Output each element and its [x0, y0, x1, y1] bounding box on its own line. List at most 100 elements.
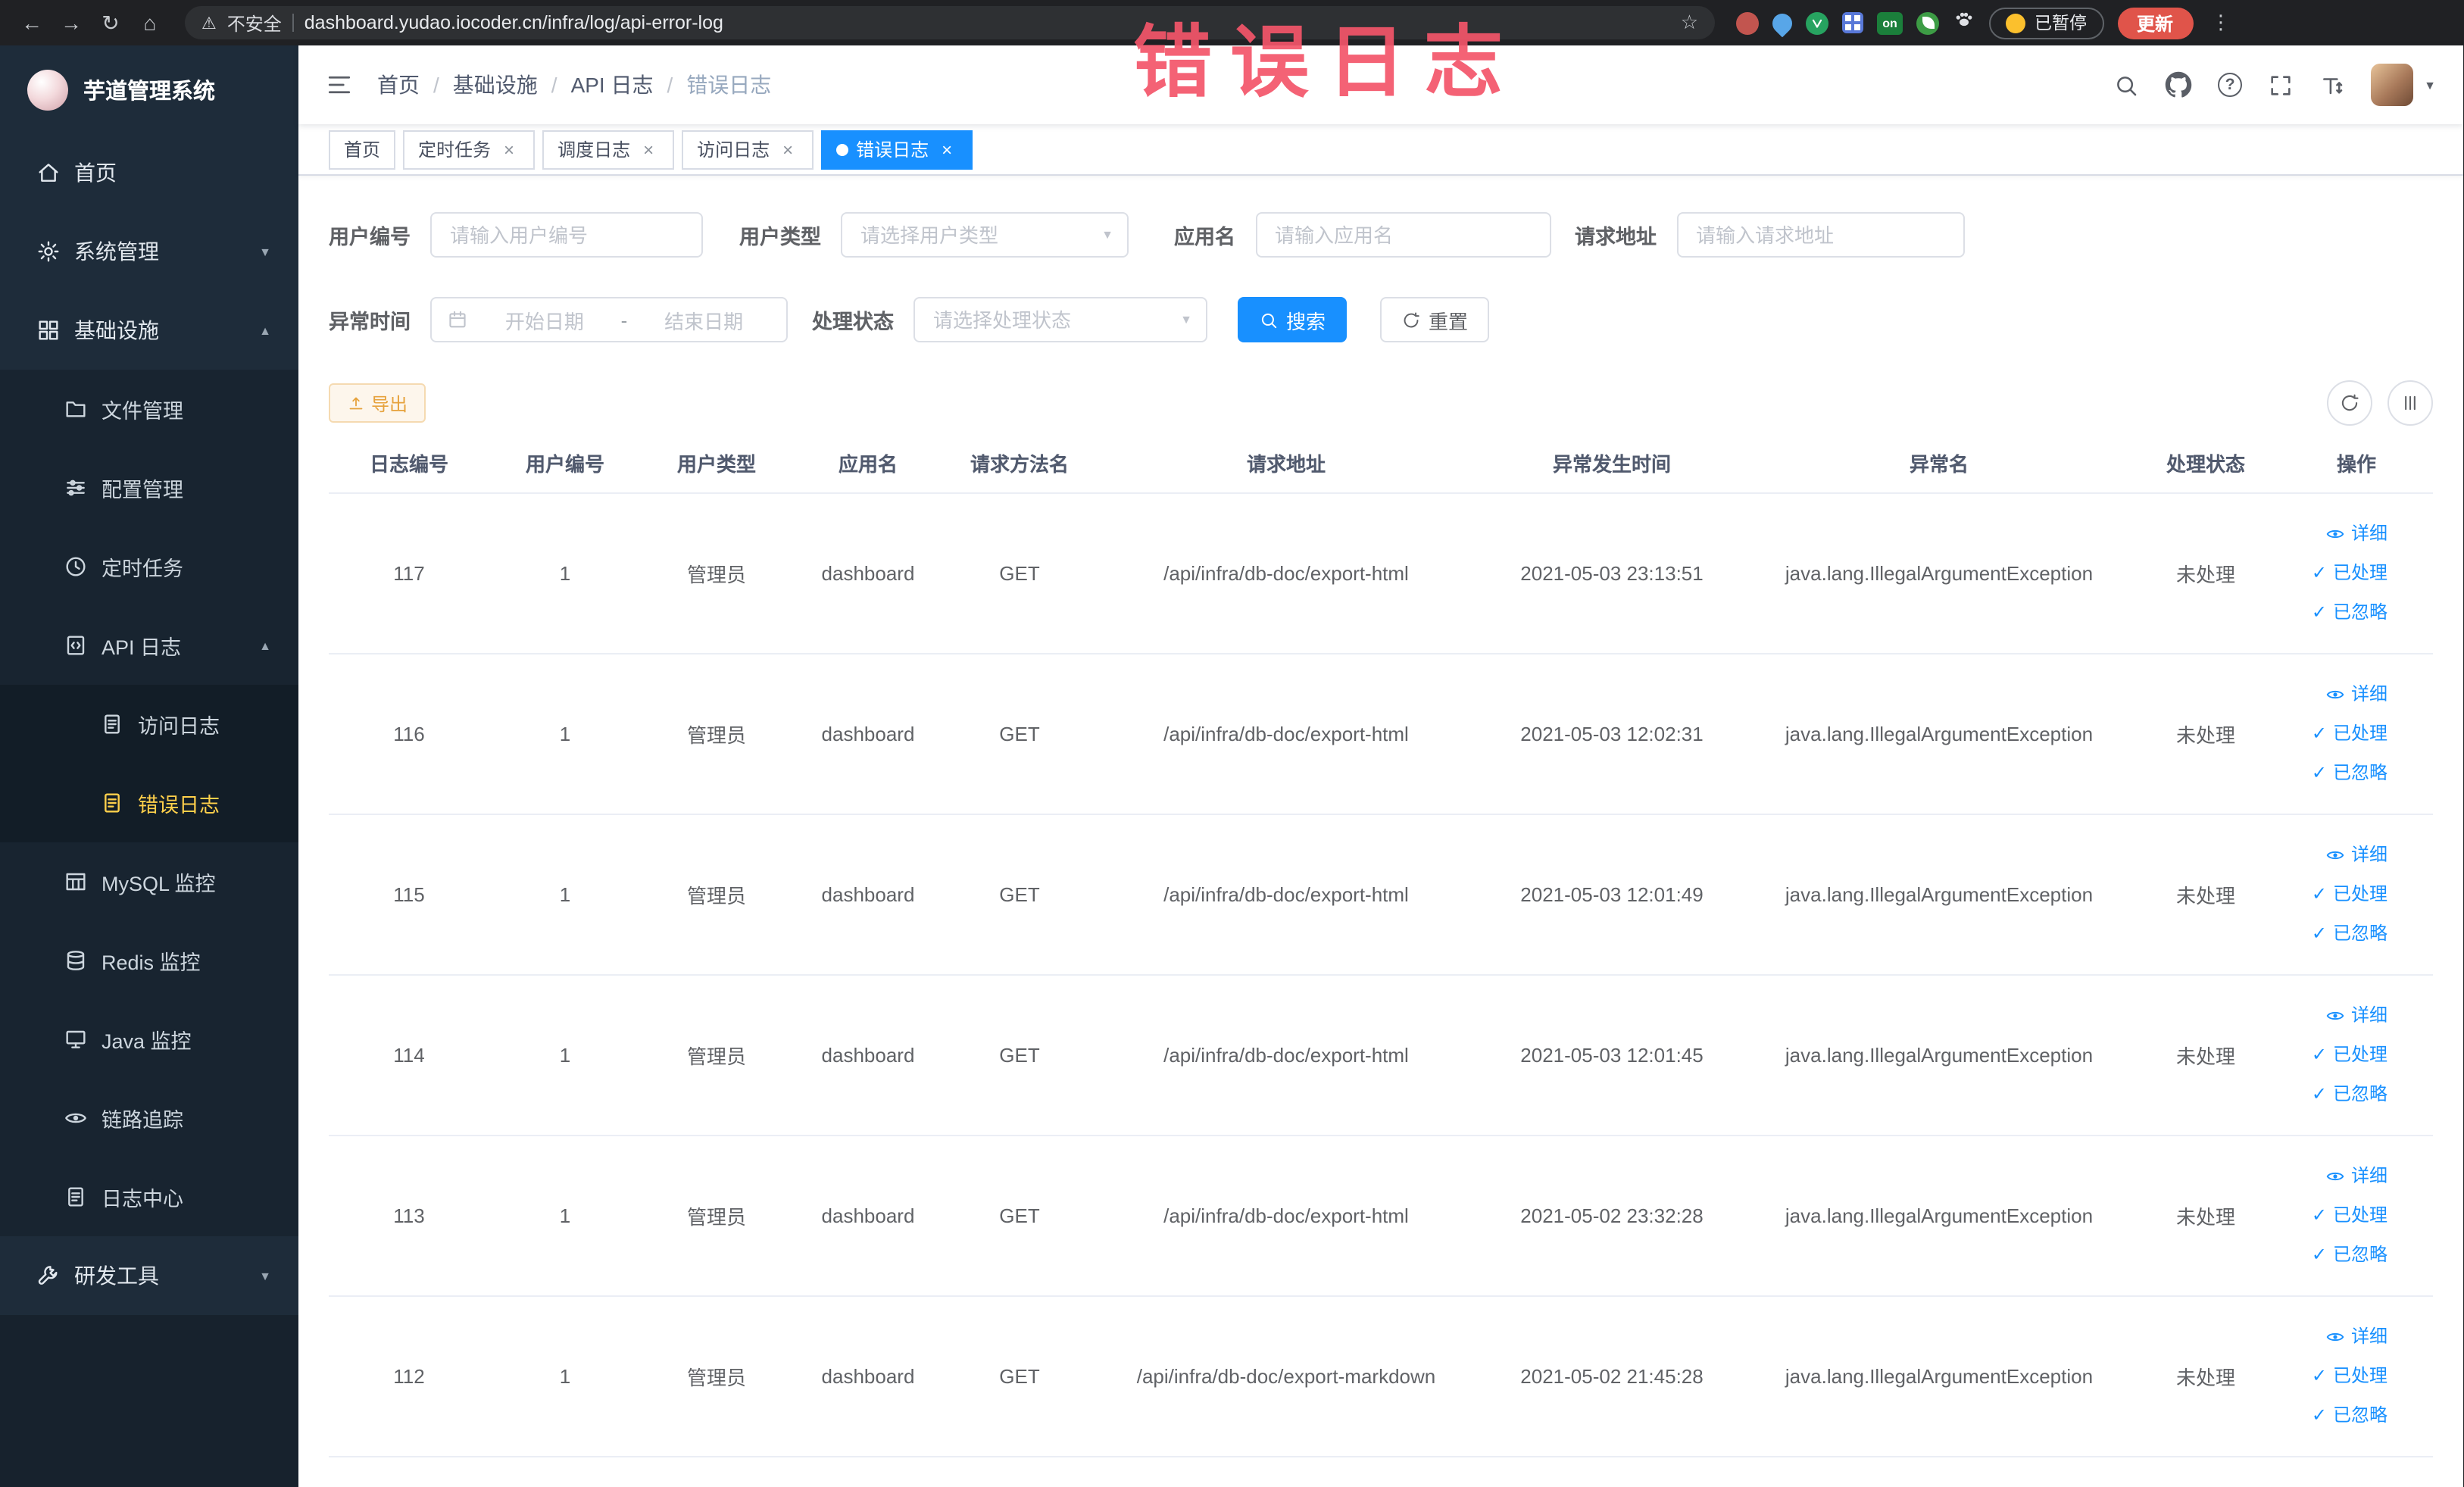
detail-link[interactable]: 详细 [2286, 514, 2387, 553]
sidebar-item-dev-tools[interactable]: 研发工具 ▼ [0, 1236, 298, 1315]
app-name-input[interactable] [1255, 212, 1551, 258]
sidebar-item-log-center[interactable]: 日志中心 [0, 1157, 298, 1236]
doc-icon [64, 1185, 88, 1209]
leaf-extension-icon[interactable] [1916, 11, 1939, 34]
columns-icon [2400, 392, 2421, 414]
red-extension-icon[interactable] [1736, 11, 1759, 34]
ignored-link[interactable]: ✓ 已忽略 [2286, 753, 2387, 792]
detail-link[interactable]: 详细 [2286, 835, 2387, 874]
export-button[interactable]: 导出 [329, 383, 426, 423]
grid-extension-icon[interactable] [1842, 12, 1863, 33]
reset-button[interactable]: 重置 [1380, 297, 1490, 342]
blue-drop-extension-icon[interactable] [1768, 8, 1797, 37]
sidebar-item-access-log[interactable]: 访问日志 [0, 685, 298, 764]
tab-error-log[interactable]: 错误日志 × [821, 130, 973, 169]
sidebar-item-java-monitor[interactable]: Java 监控 [0, 1000, 298, 1079]
ignored-link[interactable]: ✓ 已忽略 [2286, 1235, 2387, 1274]
doc-icon [100, 791, 124, 815]
processed-link[interactable]: ✓ 已处理 [2286, 553, 2387, 592]
forward-icon[interactable]: → [55, 11, 88, 35]
tab-access-log[interactable]: 访问日志 × [682, 130, 814, 169]
cell-log-id: 114 [329, 974, 489, 1136]
ignored-link[interactable]: ✓ 已忽略 [2286, 1395, 2387, 1435]
cell-user-id: 1 [489, 974, 641, 1136]
detail-link[interactable]: 详细 [2286, 674, 2387, 714]
chevron-down-icon[interactable]: ▼ [2424, 78, 2436, 92]
sidebar-item-home[interactable]: 首页 [0, 133, 298, 212]
close-icon[interactable]: × [777, 139, 798, 160]
font-size-icon[interactable] [2319, 72, 2345, 98]
detail-link[interactable]: 详细 [2286, 995, 2387, 1035]
search-icon[interactable] [2113, 72, 2139, 98]
detail-link[interactable]: 详细 [2286, 1156, 2387, 1195]
processed-link[interactable]: ✓ 已处理 [2286, 1195, 2387, 1235]
exception-time-range-picker[interactable]: 开始日期 - 结束日期 [430, 297, 788, 342]
profile-paused-badge[interactable]: 已暂停 [1989, 7, 2103, 39]
user-avatar[interactable] [2371, 64, 2414, 106]
github-ic0n[interactable] [2165, 71, 2192, 98]
fullscreen-icon[interactable] [2268, 72, 2294, 98]
sidebar-item-file-management[interactable]: 文件管理 [0, 370, 298, 448]
error-log-table: 日志编号 用户编号 用户类型 应用名 请求方法名 请求地址 异常发生时间 异常名… [329, 435, 2433, 1457]
process-status-select[interactable] [913, 297, 1207, 342]
cell-exception-name: java.lang.IllegalArgumentException [1747, 974, 2131, 1136]
proxy-on-extension-icon[interactable]: on [1877, 11, 1903, 34]
tab-scheduled-jobs[interactable]: 定时任务 × [403, 130, 536, 169]
bookmark-star-icon[interactable]: ☆ [1681, 11, 1698, 35]
cell-app-name: dashboard [792, 492, 944, 654]
paw-extension-icon[interactable] [1953, 8, 1975, 38]
processed-link[interactable]: ✓ 已处理 [2286, 1035, 2387, 1074]
back-icon[interactable]: ← [15, 11, 48, 35]
vue-devtools-extension-icon[interactable] [1806, 11, 1828, 34]
sidebar-item-system-management[interactable]: 系统管理 ▼ [0, 212, 298, 291]
sidebar-item-infrastructure[interactable]: 基础设施 ▲ [0, 291, 298, 370]
close-icon[interactable]: × [936, 139, 957, 160]
close-icon[interactable]: × [498, 139, 520, 160]
sidebar-item-error-log[interactable]: 错误日志 [0, 764, 298, 842]
sidebar-item-mysql-monitor[interactable]: MySQL 监控 [0, 842, 298, 921]
ignored-link[interactable]: ✓ 已忽略 [2286, 914, 2387, 953]
browser-update-button[interactable]: 更新 [2117, 7, 2194, 39]
export-button-label: 导出 [371, 393, 408, 414]
search-button[interactable]: 搜索 [1238, 297, 1348, 342]
col-app-name: 应用名 [792, 435, 944, 493]
address-bar[interactable]: ⚠ 不安全 dashboard.yudao.iocoder.cn/infra/l… [185, 6, 1715, 39]
sidebar-item-redis-monitor[interactable]: Redis 监控 [0, 921, 298, 1000]
check-icon: ✓ [2311, 723, 2327, 744]
divider [292, 14, 294, 32]
user-id-input[interactable] [430, 212, 703, 258]
refresh-table-button[interactable] [2327, 380, 2372, 426]
hamburger-icon[interactable] [326, 71, 353, 98]
breadcrumb-item[interactable]: 基础设施 [453, 70, 538, 100]
processed-link[interactable]: ✓ 已处理 [2286, 874, 2387, 914]
processed-link[interactable]: ✓ 已处理 [2286, 1356, 2387, 1395]
url-text: dashboard.yudao.iocoder.cn/infra/log/api… [304, 12, 723, 33]
eye-icon [2325, 684, 2345, 704]
browser-home-icon[interactable]: ⌂ [133, 11, 167, 35]
sidebar-item-trace[interactable]: 链路追踪 [0, 1079, 298, 1157]
sidebar-logo[interactable]: 芋道管理系统 [0, 45, 298, 133]
processed-link[interactable]: ✓ 已处理 [2286, 714, 2387, 753]
reload-icon[interactable]: ↻ [94, 10, 127, 36]
sidebar-item-label: MySQL 监控 [101, 873, 216, 895]
user-type-select[interactable] [841, 212, 1129, 258]
sidebar-item-config-management[interactable]: 配置管理 [0, 448, 298, 527]
detail-link[interactable]: 详细 [2286, 1317, 2387, 1356]
column-settings-button[interactable] [2387, 380, 2433, 426]
refresh-icon [2339, 392, 2360, 414]
breadcrumb-item[interactable]: API 日志 [571, 70, 654, 100]
tab-home[interactable]: 首页 [329, 130, 396, 169]
tab-schedule-log[interactable]: 调度日志 × [542, 130, 675, 169]
sidebar-item-api-log[interactable]: API 日志 ▲ [0, 606, 298, 685]
cell-user-type: 管理员 [641, 1135, 792, 1296]
cell-app-name: dashboard [792, 653, 944, 814]
breadcrumb-item[interactable]: 首页 [377, 70, 420, 100]
close-icon[interactable]: × [638, 139, 659, 160]
request-url-input[interactable] [1676, 212, 1964, 258]
browser-menu-icon[interactable]: ⋮ [2211, 11, 2231, 35]
sidebar-item-scheduled-jobs[interactable]: 定时任务 [0, 527, 298, 606]
help-icon[interactable]: ? [2218, 73, 2243, 97]
ignored-link[interactable]: ✓ 已忽略 [2286, 592, 2387, 632]
cell-actions: 详细 ✓ 已处理 ✓ 已忽略 [2280, 814, 2433, 975]
ignored-link[interactable]: ✓ 已忽略 [2286, 1074, 2387, 1114]
